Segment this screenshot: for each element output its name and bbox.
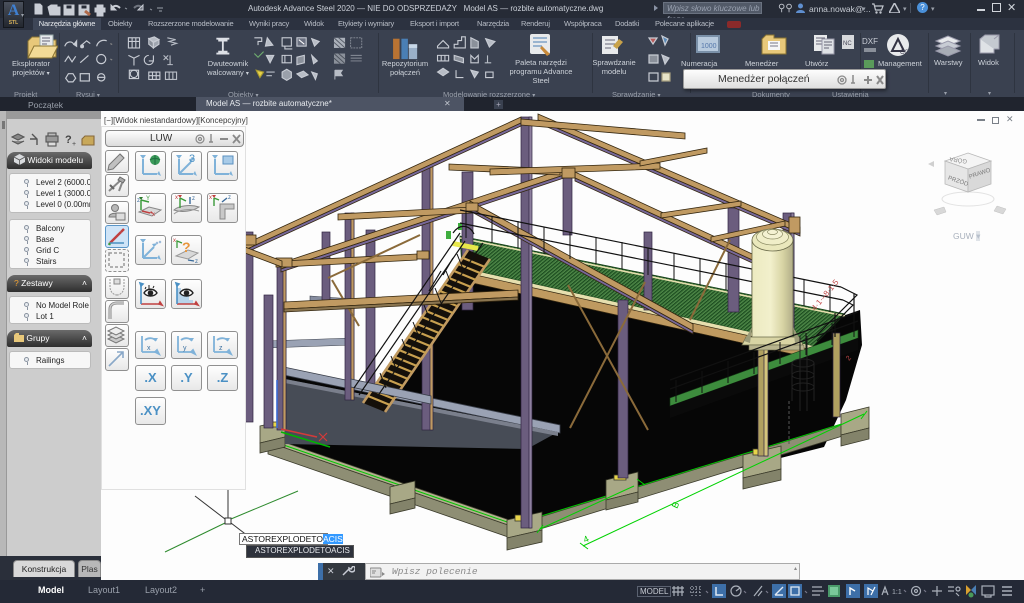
svg-text:x: x: [152, 212, 155, 218]
svg-text:+: +: [72, 141, 76, 148]
svg-text:DXF: DXF: [862, 37, 878, 46]
svg-text:4: 4: [582, 534, 591, 545]
svg-text:x: x: [175, 195, 178, 201]
svg-text:z: z: [192, 196, 195, 202]
svg-text:x: x: [147, 345, 151, 352]
svg-text:z: z: [228, 195, 231, 201]
svg-text:1000: 1000: [701, 43, 717, 50]
svg-text:Y: Y: [146, 196, 150, 202]
svg-text:?: ?: [65, 134, 72, 146]
svg-text:x: x: [209, 195, 212, 201]
svg-text:y: y: [183, 345, 187, 352]
svg-text:x: x: [173, 238, 176, 244]
svg-text:1:1: 1:1: [892, 589, 902, 596]
svg-text:3: 3: [189, 153, 195, 165]
svg-text:?: ?: [182, 239, 191, 255]
svg-text:z: z: [137, 198, 140, 204]
svg-text:z: z: [195, 259, 198, 264]
svg-text:B: B: [670, 500, 682, 510]
svg-text:NC: NC: [843, 41, 852, 47]
svg-text:z: z: [219, 345, 223, 352]
svg-text:CO: CO: [900, 50, 909, 56]
svg-text:4·1·–8·1·5: 4·1·–8·1·5: [810, 277, 841, 312]
